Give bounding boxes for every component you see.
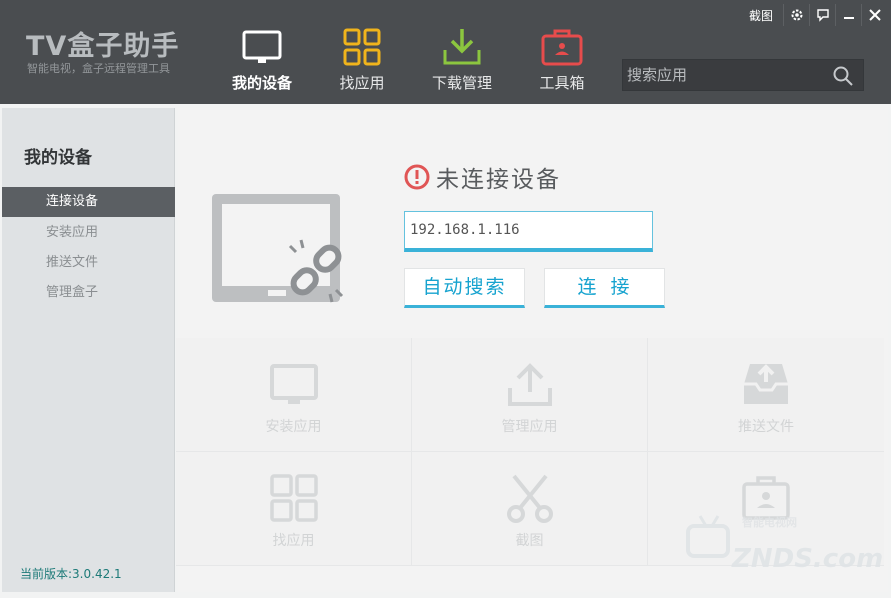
watermark-text: ZNDS.com (732, 544, 884, 574)
inbox-push-icon (744, 364, 788, 404)
tile-label: 安装应用 (265, 419, 322, 435)
tile-label: 找应用 (272, 533, 315, 549)
download-icon (443, 29, 481, 65)
tile-manage-apps[interactable]: 管理应用 (412, 338, 648, 452)
sidebar-item-manage-box[interactable]: 管理盒子 (2, 278, 175, 308)
sidebar-item-install-apps[interactable]: 安装应用 (2, 218, 175, 248)
nav-label: 找应用 (339, 74, 385, 92)
search-box (622, 59, 864, 91)
connection-status: 未连接设备 (404, 160, 561, 194)
app-logo: TV盒子助手 (26, 31, 180, 62)
auto-search-button[interactable]: 自动搜索 (404, 268, 525, 308)
close-button[interactable] (861, 4, 887, 26)
search-icon[interactable] (833, 66, 853, 86)
nav-label: 工具箱 (539, 74, 585, 92)
ip-address-input[interactable] (405, 212, 652, 248)
search-input[interactable] (627, 63, 827, 87)
tile-find-apps[interactable]: 找应用 (176, 452, 412, 566)
tv-logo-icon (686, 515, 730, 558)
gear-icon (791, 9, 802, 21)
chat-bubble-icon (816, 9, 829, 22)
tile-label: 管理应用 (501, 419, 558, 435)
grid-apps-icon (343, 28, 381, 66)
connect-button[interactable]: 连接 (544, 268, 665, 308)
upload-icon (507, 363, 552, 406)
screenshot-button[interactable]: 截图 (749, 7, 773, 24)
tv-icon (269, 364, 318, 404)
sidebar-title: 我的设备 (24, 148, 92, 168)
minimize-icon (843, 17, 854, 19)
nav-label: 下载管理 (431, 74, 492, 92)
feedback-button[interactable] (809, 4, 835, 26)
tile-screenshot[interactable]: 截图 (412, 452, 648, 566)
app-tagline: 智能电视，盒子远程管理工具 (27, 62, 170, 75)
nav-find-apps[interactable]: 找应用 (317, 26, 407, 98)
close-icon (868, 9, 881, 21)
window-controls: 截图 (749, 4, 887, 26)
znds-watermark: 智能电视网 ZNDS.com (680, 500, 883, 574)
grid-apps-icon (269, 474, 318, 522)
watermark-chinese: 智能电视网 (742, 516, 797, 529)
ip-address-field (404, 211, 653, 252)
tile-label: 截图 (515, 533, 544, 549)
tv-icon (242, 30, 282, 63)
settings-button[interactable] (783, 4, 809, 26)
sidebar-item-connect-device[interactable]: 连接设备 (2, 187, 175, 217)
sidebar: 我的设备 连接设备 安装应用 推送文件 管理盒子 当前版本:3.0.42.1 (2, 108, 175, 592)
nav-download-manager[interactable]: 下载管理 (417, 26, 507, 98)
warning-icon (404, 164, 430, 190)
tile-push-files[interactable]: 推送文件 (648, 338, 884, 452)
toolbox-icon (541, 29, 583, 66)
sidebar-item-push-files[interactable]: 推送文件 (2, 248, 175, 278)
minimize-button[interactable] (835, 4, 861, 26)
title-bar: TV盒子助手 智能电视，盒子远程管理工具 我的设备 找应用 下载管理 工具箱 搜… (0, 0, 891, 104)
tile-install-apps[interactable]: 安装应用 (176, 338, 412, 452)
version-label: 当前版本:3.0.42.1 (20, 567, 122, 581)
nav-toolbox[interactable]: 工具箱 (517, 26, 607, 98)
status-text: 未连接设备 (436, 167, 561, 193)
nav-my-devices[interactable]: 我的设备 (217, 26, 307, 98)
scissors-icon (506, 474, 553, 523)
tile-label: 推送文件 (738, 419, 794, 435)
nav-label: 我的设备 (231, 74, 292, 92)
disconnected-tv-illustration (212, 194, 344, 303)
